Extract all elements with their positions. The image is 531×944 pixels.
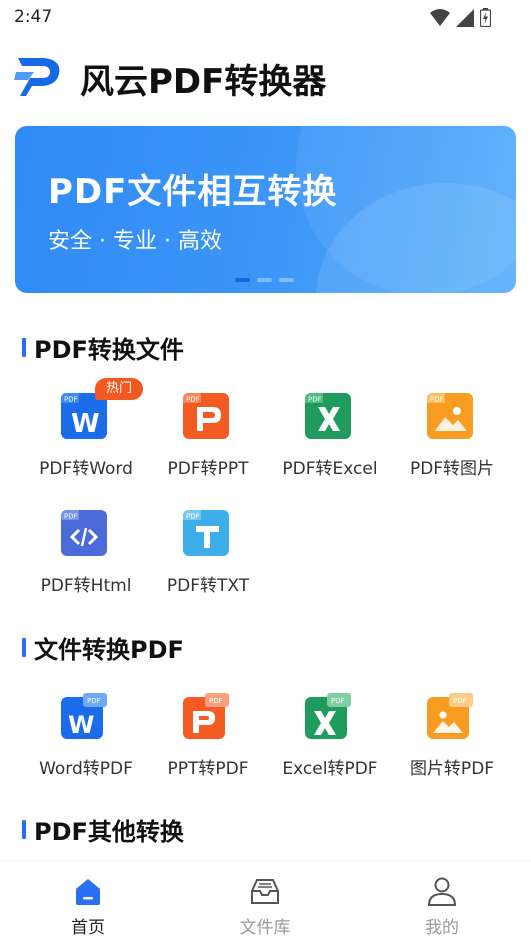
app-header: 风云PDF转换器 [0,48,531,108]
nav-label: 首页 [71,918,105,938]
status-time: 2:47 [14,7,53,27]
tile-pdf-to-image[interactable]: PDF PDF转图片 [388,393,510,503]
promo-banner[interactable]: PDF文件相互转换 安全 · 专业 · 高效 [15,126,516,293]
section-title-file-to-pdf: 文件转换PDF [22,633,184,664]
nav-item-home[interactable]: 首页 [28,861,148,944]
svg-text:W: W [71,409,100,439]
wifi-icon [430,8,450,26]
home-icon [76,879,100,905]
app-logo-icon [14,58,60,96]
word-icon: PDF W [61,393,107,439]
nav-label: 我的 [425,918,459,938]
svg-text:PDF: PDF [308,396,322,404]
section-accent-bar [22,637,26,657]
tile-pdf-to-txt[interactable]: PDF PDF转TXT [144,510,266,620]
tile-label: PDF转PPT [167,459,249,479]
banner-dot[interactable] [257,278,272,282]
tile-label: 图片转PDF [409,759,495,779]
inbox-icon [251,879,279,904]
tile-pdf-to-ppt[interactable]: PDF PDF转PPT [144,393,266,503]
svg-text:PDF: PDF [64,396,78,404]
tile-pdf-to-html[interactable]: PDF PDF转Html [22,510,144,620]
tile-label: PPT转PDF [167,759,249,779]
tile-label: PDF转Html [40,576,132,596]
banner-pager [235,278,294,282]
image-icon: PDF [427,393,473,439]
section-accent-bar [22,819,26,839]
svg-text:PDF: PDF [331,697,345,705]
tile-excel-to-pdf[interactable]: PDF Excel转PDF [266,693,388,803]
status-icons [430,8,491,27]
tile-label: PDF转Excel [282,459,378,479]
tile-label: Word转PDF [39,759,133,779]
html-icon: PDF [61,510,107,556]
status-bar: 2:47 [0,0,531,36]
tile-pdf-to-word[interactable]: PDF W PDF转Word [22,393,144,503]
nav-item-profile[interactable]: 我的 [382,861,502,944]
banner-dot[interactable] [235,278,250,282]
profile-icon [427,877,457,906]
ppt-to-pdf-icon: PDF [183,693,229,739]
svg-text:PDF: PDF [186,513,200,521]
tile-image-to-pdf[interactable]: PDF 图片转PDF [388,693,510,803]
nav-item-library[interactable]: 文件库 [205,861,325,944]
svg-text:PDF: PDF [453,697,467,705]
banner-subtitle: 安全 · 专业 · 高效 [48,229,222,254]
section-title-text: 文件转换PDF [34,635,184,664]
section-accent-bar [22,337,26,357]
svg-text:W: W [68,711,94,739]
excel-icon: PDF [305,393,351,439]
hot-badge: 热门 [95,378,143,400]
tile-word-to-pdf[interactable]: PDF W Word转PDF [22,693,144,803]
tile-ppt-to-pdf[interactable]: PDF PPT转PDF [144,693,266,803]
svg-text:PDF: PDF [64,513,78,521]
banner-title: PDF文件相互转换 [48,172,338,212]
tile-label: Excel转PDF [282,759,378,779]
image-to-pdf-icon: PDF [427,693,473,739]
app-title: 风云PDF转换器 [80,62,327,102]
ppt-icon: PDF [183,393,229,439]
txt-icon: PDF [183,510,229,556]
word-to-pdf-icon: PDF W [61,693,107,739]
svg-text:PDF: PDF [430,396,444,404]
signal-icon [456,8,474,27]
section-title-text: PDF其他转换 [34,817,184,846]
bottom-nav: 首页 文件库 我的 [0,860,531,944]
svg-text:PDF: PDF [87,697,101,705]
svg-text:PDF: PDF [186,396,200,404]
section-title-pdf-other: PDF其他转换 [22,815,184,846]
tile-label: PDF转TXT [166,576,250,596]
nav-label: 文件库 [239,918,291,938]
battery-icon [480,8,491,27]
section-title-pdf-to-file: PDF转换文件 [22,333,184,364]
svg-text:PDF: PDF [209,697,223,705]
section-title-text: PDF转换文件 [34,335,184,364]
tile-label: PDF转图片 [409,459,495,479]
excel-to-pdf-icon: PDF [305,693,351,739]
banner-dot[interactable] [279,278,294,282]
tile-label: PDF转Word [39,459,133,479]
tile-pdf-to-excel[interactable]: PDF PDF转Excel [266,393,388,503]
